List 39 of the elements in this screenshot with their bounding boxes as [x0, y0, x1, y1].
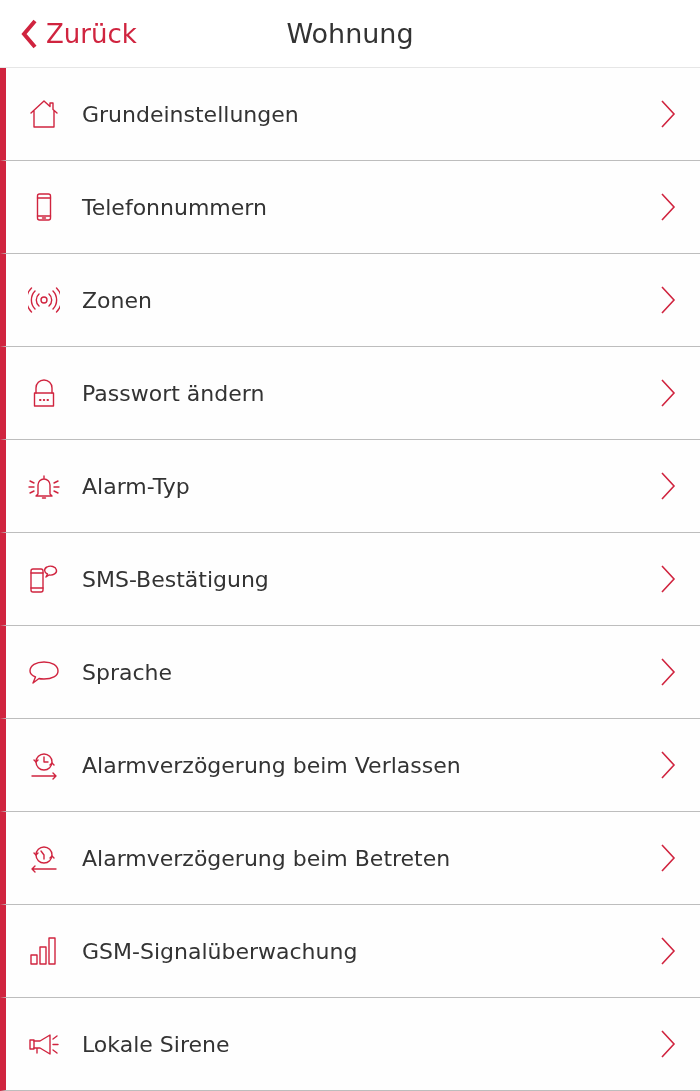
menu-item[interactable]: SMS-Bestätigung	[0, 533, 700, 626]
chevron-right-icon	[660, 99, 676, 129]
menu-item[interactable]: Grundeinstellungen	[0, 68, 700, 161]
chevron-right-icon	[660, 657, 676, 687]
menu-item-label: Alarmverzögerung beim Verlassen	[82, 752, 462, 778]
menu-item-label: Lokale Sirene	[82, 1031, 231, 1057]
signal-waves-icon	[28, 284, 60, 316]
menu-item-label: Grundeinstellungen	[82, 101, 300, 127]
menu-item-label: Alarm-Typ	[82, 473, 191, 499]
chevron-right-icon	[660, 471, 676, 501]
menu-item[interactable]: Alarm-Typ	[0, 440, 700, 533]
chevron-right-icon	[660, 564, 676, 594]
menu-item-label: Passwort ändern	[82, 380, 266, 406]
chevron-right-icon	[660, 750, 676, 780]
phone-chat-icon	[28, 563, 60, 595]
menu-item-label: GSM-Signalüberwachung	[82, 938, 359, 964]
menu-item[interactable]: Lokale Sirene	[0, 998, 700, 1091]
chevron-right-icon	[660, 936, 676, 966]
house-icon	[28, 98, 60, 130]
menu-item[interactable]: GSM-Signalüberwachung	[0, 905, 700, 998]
menu-item[interactable]: Passwort ändern	[0, 347, 700, 440]
menu-item-label: Zonen	[82, 287, 153, 313]
chevron-right-icon	[660, 192, 676, 222]
chevron-left-icon	[20, 17, 38, 50]
chevron-right-icon	[660, 285, 676, 315]
menu-item-label: SMS-Bestätigung	[82, 566, 270, 592]
menu-item[interactable]: Sprache	[0, 626, 700, 719]
menu-item-label: Alarmverzögerung beim Betreten	[82, 845, 452, 871]
back-button[interactable]: Zurück	[20, 17, 137, 50]
screen-title: Wohnung	[286, 18, 414, 49]
menu-item[interactable]: Zonen	[0, 254, 700, 347]
menu-item[interactable]: Alarmverzögerung beim Betreten	[0, 812, 700, 905]
menu-item[interactable]: Telefonnummern	[0, 161, 700, 254]
menu-item[interactable]: Alarmverzögerung beim Verlassen	[0, 719, 700, 812]
menu-item-label: Sprache	[82, 659, 174, 685]
chevron-right-icon	[660, 378, 676, 408]
menu-item-label: Telefonnummern	[82, 194, 268, 220]
chevron-right-icon	[660, 1029, 676, 1059]
chevron-right-icon	[660, 843, 676, 873]
